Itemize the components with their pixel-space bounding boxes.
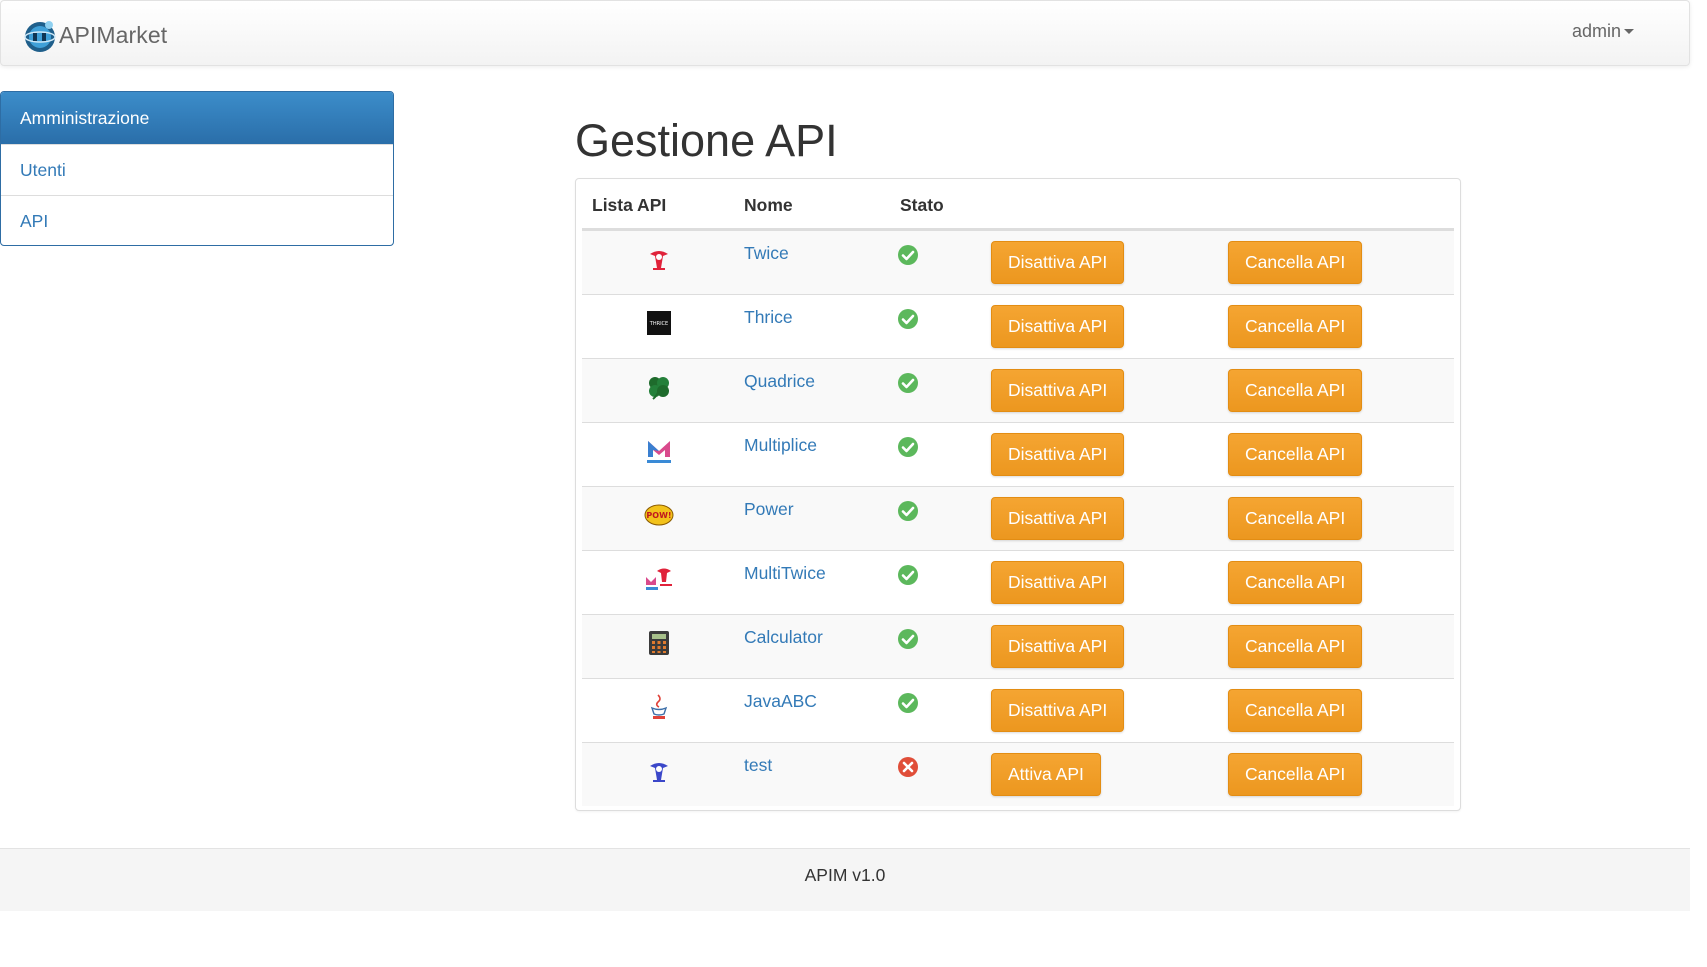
deactivate-api-button[interactable]: Disattiva API bbox=[991, 241, 1125, 284]
page: APIMarket admin Amministrazione Utenti A… bbox=[0, 0, 1707, 967]
pow-icon-text: POW! bbox=[646, 511, 671, 520]
footer: APIM v1.0 bbox=[0, 848, 1690, 911]
column-header-lista-api: Lista API bbox=[592, 195, 667, 215]
api-name-link[interactable]: MultiTwice bbox=[744, 563, 826, 584]
check-circle-icon bbox=[898, 565, 918, 585]
api-name-link[interactable]: test bbox=[744, 755, 772, 776]
api-name-link[interactable]: Calculator bbox=[744, 627, 823, 648]
clover-icon bbox=[644, 372, 674, 402]
brand-name: APIMarket bbox=[59, 21, 168, 48]
page-title: Gestione API bbox=[575, 115, 838, 166]
user-name: admin bbox=[1572, 21, 1622, 41]
delete-api-button[interactable]: Cancella API bbox=[1228, 433, 1363, 476]
api-name-link[interactable]: Thrice bbox=[744, 307, 793, 328]
table-row: MultiTwice Disattiva API Cancella API bbox=[582, 550, 1454, 614]
delete-api-button[interactable]: Cancella API bbox=[1228, 689, 1363, 732]
table-row: Quadrice Disattiva API Cancella API bbox=[582, 358, 1454, 422]
column-header-nome: Nome bbox=[744, 195, 793, 215]
check-circle-icon bbox=[898, 309, 918, 329]
table-row: Calculator Disattiva API Cancella API bbox=[582, 614, 1454, 678]
delete-api-button[interactable]: Cancella API bbox=[1228, 497, 1363, 540]
caret-down-icon bbox=[1624, 29, 1635, 34]
deactivate-api-button[interactable]: Disattiva API bbox=[991, 369, 1125, 412]
check-circle-icon bbox=[898, 693, 918, 713]
pow-icon: POW! bbox=[644, 500, 674, 530]
api-name-link[interactable]: JavaABC bbox=[744, 691, 817, 712]
java-abc-icon bbox=[644, 692, 674, 722]
footer-version: APIM v1.0 bbox=[804, 865, 886, 885]
sidebar-panel: Amministrazione Utenti API bbox=[0, 91, 394, 246]
sidebar-heading: Amministrazione bbox=[1, 92, 393, 144]
page-inner: APIMarket admin Amministrazione Utenti A… bbox=[0, 0, 1690, 911]
thrice-logo-icon: THRICE bbox=[644, 308, 674, 338]
api-name-link[interactable]: Power bbox=[744, 499, 794, 520]
api-table-panel: Lista API Nome Stato Twice Disattiva API… bbox=[575, 178, 1461, 811]
delete-api-button[interactable]: Cancella API bbox=[1228, 561, 1363, 604]
check-circle-icon bbox=[898, 629, 918, 649]
table-header: Lista API Nome Stato bbox=[582, 179, 1454, 230]
table-row: test Attiva API Cancella API bbox=[582, 742, 1454, 806]
api-table: Lista API Nome Stato Twice Disattiva API… bbox=[582, 179, 1454, 806]
deactivate-api-button[interactable]: Disattiva API bbox=[991, 561, 1125, 604]
check-circle-icon bbox=[898, 501, 918, 521]
activate-api-button[interactable]: Attiva API bbox=[991, 753, 1101, 796]
api-name-link[interactable]: Multiplice bbox=[744, 435, 817, 456]
api-name-link[interactable]: Quadrice bbox=[744, 371, 815, 392]
table-row: JavaABC Disattiva API Cancella API bbox=[582, 678, 1454, 742]
table-row: POW! Power Disattiva API Cancella API bbox=[582, 486, 1454, 550]
check-circle-icon bbox=[898, 373, 918, 393]
deactivate-api-button[interactable]: Disattiva API bbox=[991, 625, 1125, 668]
column-header-stato: Stato bbox=[900, 195, 944, 215]
delete-api-button[interactable]: Cancella API bbox=[1228, 241, 1363, 284]
table-row: Twice Disattiva API Cancella API bbox=[582, 230, 1454, 294]
check-circle-icon bbox=[898, 245, 918, 265]
check-circle-icon bbox=[898, 437, 918, 457]
delete-api-button[interactable]: Cancella API bbox=[1228, 369, 1363, 412]
thrice-logo-text: THRICE bbox=[649, 321, 668, 327]
apimarket-logo-icon bbox=[24, 21, 56, 52]
test-logo-icon bbox=[644, 756, 674, 786]
deactivate-api-button[interactable]: Disattiva API bbox=[991, 497, 1125, 540]
user-menu-dropdown[interactable]: admin bbox=[1572, 21, 1635, 42]
multiplex-logo-icon bbox=[644, 436, 674, 466]
table-row: Multiplice Disattiva API Cancella API bbox=[582, 422, 1454, 486]
api-name-link[interactable]: Twice bbox=[744, 243, 789, 264]
deactivate-api-button[interactable]: Disattiva API bbox=[991, 689, 1125, 732]
multitwice-logo-icon bbox=[644, 564, 674, 594]
deactivate-api-button[interactable]: Disattiva API bbox=[991, 305, 1125, 348]
twice-logo-icon bbox=[644, 244, 674, 274]
delete-api-button[interactable]: Cancella API bbox=[1228, 753, 1363, 796]
navbar: APIMarket admin bbox=[0, 0, 1690, 66]
table-row: THRICE Thrice Disattiva API Cancella API bbox=[582, 294, 1454, 358]
deactivate-api-button[interactable]: Disattiva API bbox=[991, 433, 1125, 476]
delete-api-button[interactable]: Cancella API bbox=[1228, 305, 1363, 348]
delete-api-button[interactable]: Cancella API bbox=[1228, 625, 1363, 668]
sidebar-item-api[interactable]: API bbox=[1, 195, 393, 245]
sidebar-item-utenti[interactable]: Utenti bbox=[1, 144, 393, 195]
calculator-icon bbox=[644, 628, 674, 658]
x-circle-icon bbox=[898, 757, 918, 777]
brand-link[interactable]: APIMarket bbox=[21, 15, 167, 55]
